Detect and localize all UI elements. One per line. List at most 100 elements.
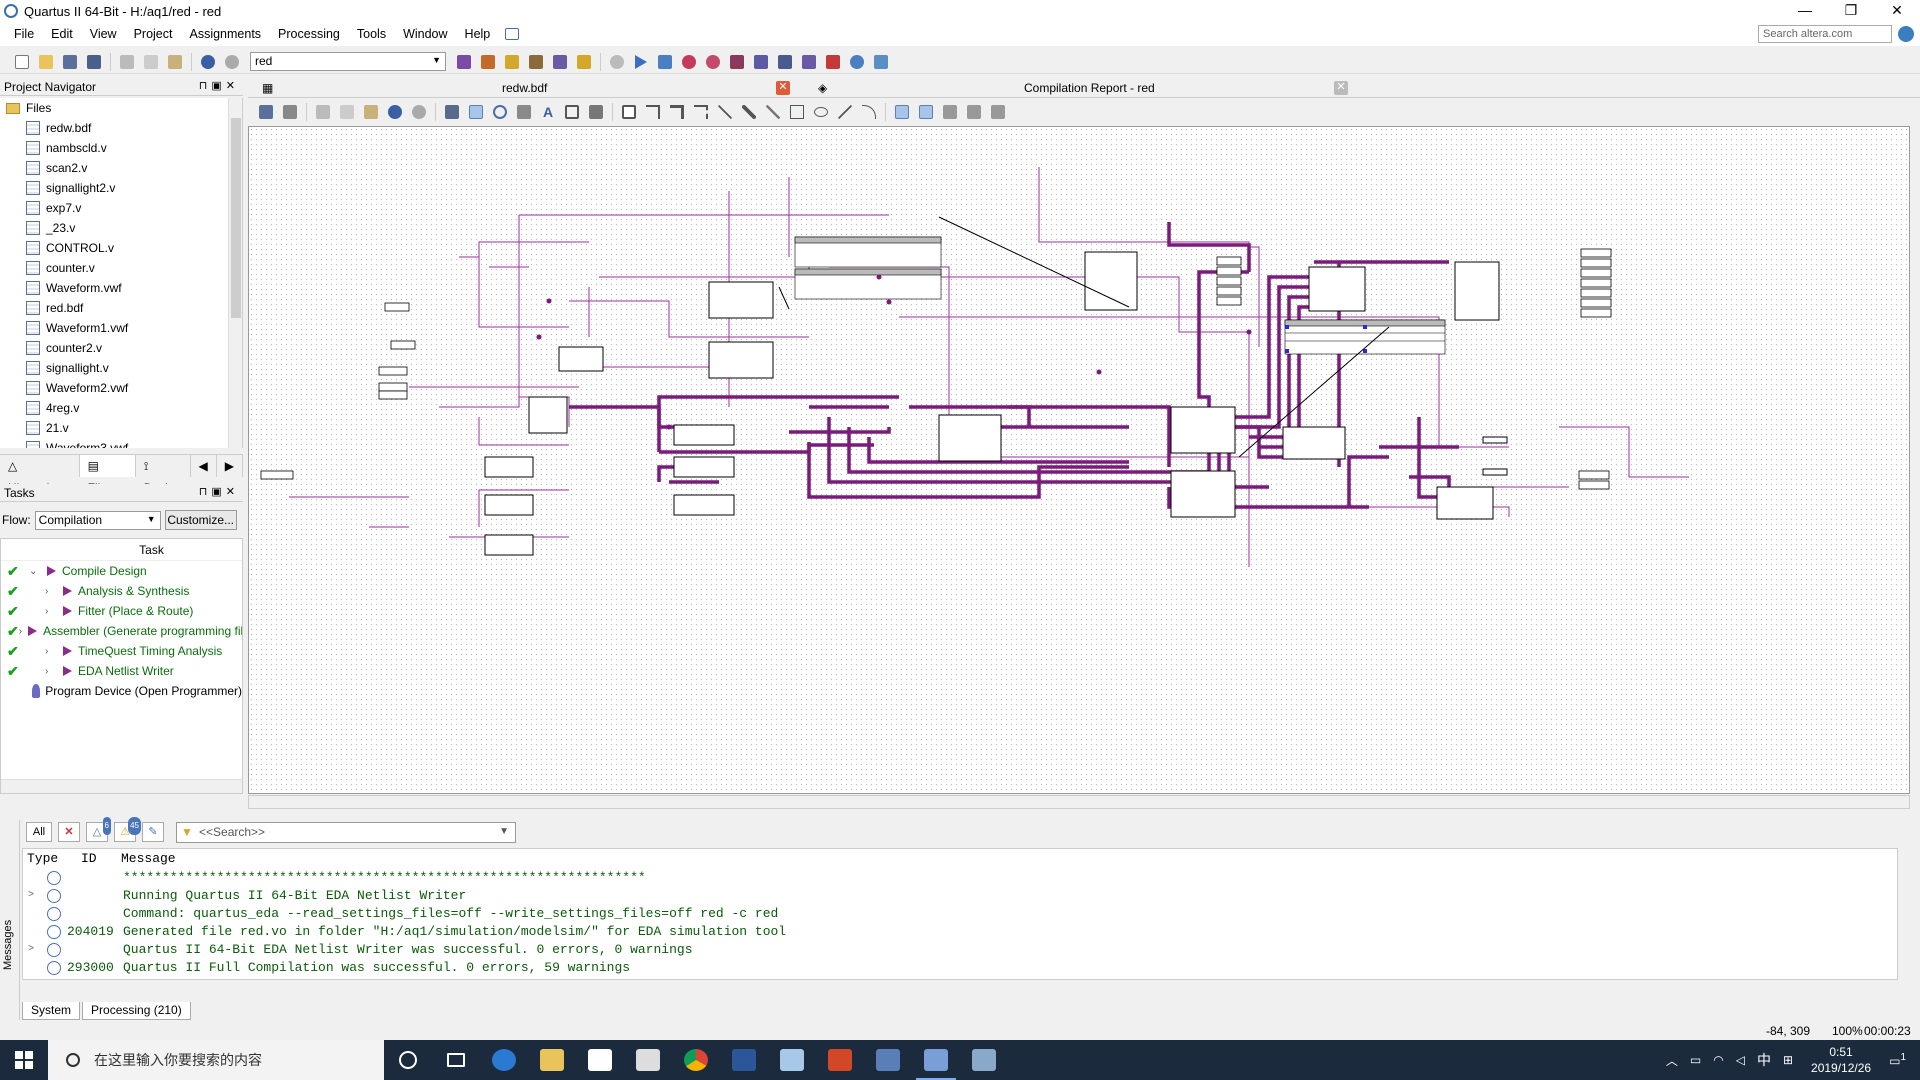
battery-icon[interactable]: ▭: [1690, 1053, 1701, 1067]
file-item[interactable]: signallight2.v: [0, 178, 242, 198]
menu-processing[interactable]: Processing: [270, 27, 349, 41]
file-item[interactable]: 4reg.v: [0, 398, 242, 418]
timequest-button[interactable]: [702, 52, 724, 72]
revision-select[interactable]: red ▼: [250, 52, 446, 71]
menu-file[interactable]: File: [6, 27, 43, 41]
settings-button[interactable]: [525, 52, 547, 72]
filter-all-button[interactable]: All: [26, 822, 52, 842]
cut-button[interactable]: [116, 52, 138, 72]
programmer-icon[interactable]: [32, 684, 41, 698]
pin-tool-icon[interactable]: [585, 102, 607, 122]
navigator-scrollbar[interactable]: [228, 98, 242, 448]
partial-line-select-toggle[interactable]: [915, 102, 937, 122]
diagonal-node-tool-icon[interactable]: [714, 102, 736, 122]
ime-mode-icon[interactable]: ⊞: [1783, 1053, 1793, 1067]
run-task-icon[interactable]: [47, 566, 56, 576]
expand-icon[interactable]: ›: [19, 626, 22, 637]
file-item[interactable]: CONTROL.v: [0, 238, 242, 258]
whats-this-icon[interactable]: [505, 28, 520, 40]
filter-critical-warnings-button[interactable]: △ 6: [86, 817, 111, 842]
undo-button[interactable]: [197, 52, 219, 72]
bdf-undo-button[interactable]: [384, 102, 406, 122]
canvas-horizontal-scrollbar[interactable]: [248, 795, 1910, 809]
file-item[interactable]: red.bdf: [0, 298, 242, 318]
chrome-icon[interactable]: [672, 1040, 720, 1080]
expand-icon[interactable]: ›: [45, 646, 57, 657]
task-item[interactable]: ✔ › Assembler (Generate programming files): [1, 621, 242, 641]
bdf-properties-button[interactable]: [441, 102, 463, 122]
analysis-button[interactable]: [549, 52, 571, 72]
clock[interactable]: 0:51 2019/12/26: [1811, 1044, 1871, 1076]
wire-app-icon[interactable]: [960, 1040, 1008, 1080]
message-row[interactable]: ****************************************…: [23, 869, 1897, 887]
text-tool-icon[interactable]: A: [537, 102, 559, 122]
edge-icon[interactable]: [480, 1040, 528, 1080]
maximize-button[interactable]: ❐: [1828, 0, 1874, 22]
mail-icon[interactable]: [624, 1040, 672, 1080]
expand-icon[interactable]: >: [23, 941, 39, 959]
rotate-icon[interactable]: [987, 102, 1009, 122]
tab-compilation-report[interactable]: Compilation Report - red: [1024, 78, 1155, 98]
flow-select[interactable]: Compilation ▼: [34, 510, 161, 530]
arc-tool-icon[interactable]: [858, 102, 880, 122]
customize-button[interactable]: Customize...: [164, 510, 237, 530]
file-item[interactable]: signallight.v: [0, 358, 242, 378]
stop-button[interactable]: [606, 52, 628, 72]
message-row[interactable]: 293000 Quartus II Full Compilation was su…: [23, 959, 1897, 977]
orthogonal-bus-tool-icon[interactable]: [666, 102, 688, 122]
bdf-redo-button[interactable]: [408, 102, 430, 122]
filter-suppressed-button[interactable]: ✎: [142, 822, 164, 842]
symbol-tool-icon[interactable]: [561, 102, 583, 122]
store-icon[interactable]: [576, 1040, 624, 1080]
wifi-icon[interactable]: ◠: [1713, 1053, 1723, 1067]
orthogonal-node-tool-icon[interactable]: [642, 102, 664, 122]
tab-system[interactable]: System: [22, 1002, 81, 1020]
compilation-report-button[interactable]: [774, 52, 796, 72]
run-task-icon[interactable]: [63, 606, 72, 616]
tab-scroll-left[interactable]: ◀: [191, 454, 217, 477]
bdf-copy-button[interactable]: [336, 102, 358, 122]
file-item[interactable]: redw.bdf: [0, 118, 242, 138]
schematic-canvas[interactable]: [248, 126, 1910, 794]
ime-indicator[interactable]: 中: [1757, 1050, 1771, 1070]
task-view-button[interactable]: [432, 1040, 480, 1080]
rubberbanding-toggle[interactable]: [891, 102, 913, 122]
menu-edit[interactable]: Edit: [43, 27, 82, 41]
file-item[interactable]: 21.v: [0, 418, 242, 438]
notepad-icon[interactable]: [768, 1040, 816, 1080]
tasks-panel-controls[interactable]: ⊓▣✕: [199, 485, 239, 498]
io-assign-button[interactable]: [573, 52, 595, 72]
message-row[interactable]: > Quartus II 64-Bit EDA Netlist Writer wa…: [23, 941, 1897, 959]
zoom-tool-icon[interactable]: [489, 102, 511, 122]
cortana-button[interactable]: [384, 1040, 432, 1080]
selection-tool-icon[interactable]: [465, 102, 487, 122]
globe-icon[interactable]: [1898, 26, 1914, 42]
diagonal-conduit-tool-icon[interactable]: [762, 102, 784, 122]
tab-files[interactable]: ▤ Files: [79, 454, 136, 495]
word-icon[interactable]: [720, 1040, 768, 1080]
tab-hierarchy[interactable]: △ Hierarchy: [0, 454, 80, 495]
file-item[interactable]: exp7.v: [0, 198, 242, 218]
close-button[interactable]: ✕: [1874, 0, 1920, 22]
bdf-paste-button[interactable]: [360, 102, 382, 122]
powerpoint-icon[interactable]: [816, 1040, 864, 1080]
tab-scroll-right[interactable]: ▶: [217, 454, 244, 477]
flip-horizontal-icon[interactable]: [939, 102, 961, 122]
expand-icon[interactable]: >: [23, 887, 39, 905]
expand-icon[interactable]: ›: [45, 666, 57, 677]
rectangle-tool-icon[interactable]: [786, 102, 808, 122]
message-search-input[interactable]: ▼ <<Search>> ▼: [176, 821, 516, 843]
menu-project[interactable]: Project: [126, 27, 182, 41]
hand-tool-icon[interactable]: [513, 102, 535, 122]
panel-controls[interactable]: ⊓▣✕: [199, 79, 239, 92]
file-item[interactable]: nambscld.v: [0, 138, 242, 158]
taskbar-search-box[interactable]: 在这里输入你要搜索的内容: [48, 1040, 384, 1080]
menu-view[interactable]: View: [82, 27, 126, 41]
modelsim-icon[interactable]: [864, 1040, 912, 1080]
sopc-builder-button[interactable]: [822, 52, 844, 72]
task-item[interactable]: ✔ › Fitter (Place & Route): [1, 601, 242, 621]
file-explorer-icon[interactable]: [528, 1040, 576, 1080]
tab-processing[interactable]: Processing (210): [82, 1002, 191, 1020]
task-item[interactable]: ✔ › EDA Netlist Writer: [1, 661, 242, 681]
tab-redw-bdf[interactable]: redw.bdf: [502, 78, 547, 98]
